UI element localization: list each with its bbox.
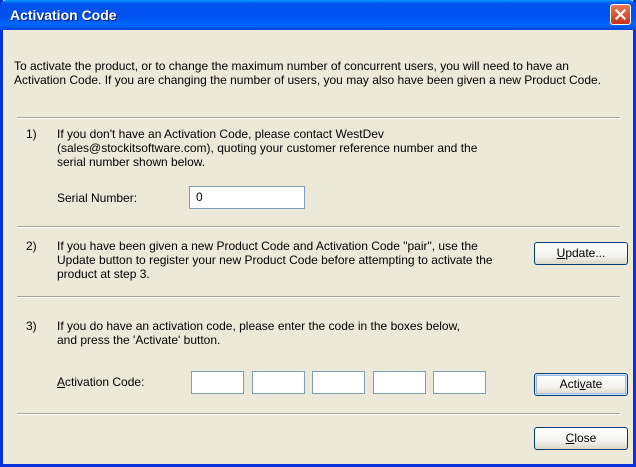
separator-3	[17, 296, 620, 298]
activate-button[interactable]: Activate	[534, 373, 628, 396]
window-close-button[interactable]	[610, 4, 631, 25]
activation-code-box-3[interactable]	[312, 371, 365, 394]
title-bar[interactable]: Activation Code	[0, 0, 636, 30]
step-2-text: If you have been given a new Product Cod…	[57, 239, 493, 281]
update-mnemonic: U	[556, 246, 566, 260]
step-2-number: 2)	[26, 239, 37, 253]
activation-code-label-mnemonic: A	[57, 375, 66, 389]
activation-code-box-2[interactable]	[252, 371, 305, 394]
close-button[interactable]: Close	[534, 427, 628, 450]
close-label-rest: lose	[574, 431, 597, 445]
separator-1	[17, 117, 620, 119]
activation-code-box-5[interactable]	[433, 371, 486, 394]
activation-code-label: Activation Code:	[57, 375, 144, 389]
close-x-icon	[615, 9, 626, 20]
intro-text: To activate the product, or to change th…	[14, 59, 602, 87]
activation-code-dialog: Activation Code To activate the product,…	[0, 0, 636, 467]
step-1-text: If you don't have an Activation Code, pl…	[57, 127, 478, 169]
activation-code-label-rest: ctivation Code:	[65, 375, 145, 389]
separator-4	[17, 413, 620, 415]
activate-label-post: ate	[585, 377, 603, 391]
step-3-number: 3)	[26, 319, 37, 333]
update-button[interactable]: Update...	[534, 242, 628, 265]
activation-code-box-4[interactable]	[373, 371, 426, 394]
update-label-rest: pdate...	[565, 246, 606, 260]
dialog-body: To activate the product, or to change th…	[3, 30, 633, 464]
step-1-number: 1)	[26, 127, 37, 141]
activation-code-box-1[interactable]	[191, 371, 244, 394]
separator-2	[17, 226, 620, 228]
activate-label-pre: Acti	[559, 377, 580, 391]
window-title: Activation Code	[10, 7, 117, 23]
serial-number-field[interactable]: 0	[189, 186, 305, 209]
step-3-text: If you do have an activation code, pleas…	[57, 319, 460, 347]
serial-number-label: Serial Number:	[57, 191, 138, 205]
